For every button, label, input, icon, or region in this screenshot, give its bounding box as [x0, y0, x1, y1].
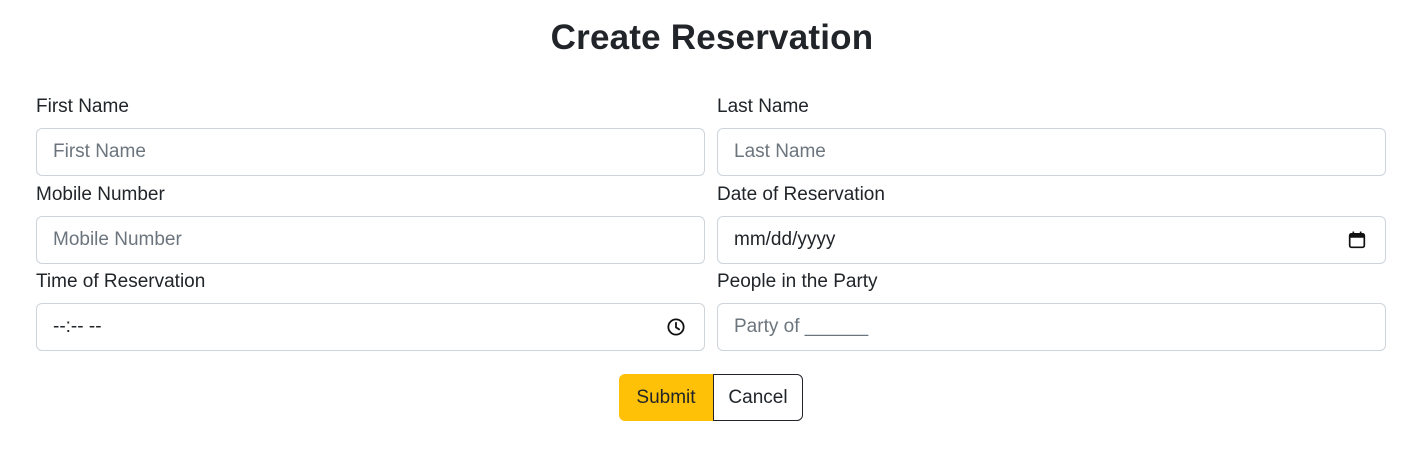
reservation-time-placeholder: --:-- -- [53, 316, 102, 337]
first-name-input[interactable] [53, 129, 688, 175]
reservation-date-placeholder: mm/dd/yyyy [734, 229, 836, 250]
party-size-field[interactable] [717, 303, 1386, 351]
last-name-group: Last Name [717, 94, 1386, 176]
calendar-icon[interactable] [1348, 231, 1366, 249]
clock-icon[interactable] [667, 318, 685, 336]
mobile-number-group: Mobile Number [36, 182, 705, 264]
reservation-date-label: Date of Reservation [717, 184, 885, 205]
reservation-time-label: Time of Reservation [36, 271, 206, 292]
first-name-field[interactable] [36, 128, 705, 176]
party-size-input[interactable] [734, 304, 1369, 350]
mobile-number-field[interactable] [36, 216, 705, 264]
last-name-label: Last Name [717, 96, 809, 117]
reservation-date-input[interactable]: mm/dd/yyyy [717, 216, 1386, 264]
last-name-input[interactable] [734, 129, 1369, 175]
cancel-button[interactable]: Cancel [713, 374, 803, 421]
mobile-number-input[interactable] [53, 217, 688, 263]
reservation-page: Create Reservation First Name Last Name … [0, 0, 1424, 463]
submit-button[interactable]: Submit [619, 374, 713, 421]
reservation-time-input[interactable]: --:-- -- [36, 303, 705, 351]
last-name-field[interactable] [717, 128, 1386, 176]
page-title: Create Reservation [550, 18, 874, 57]
party-size-group: People in the Party [717, 269, 1386, 351]
form-actions: Submit Cancel [619, 374, 803, 421]
first-name-group: First Name [36, 94, 705, 176]
reservation-date-group: Date of Reservation mm/dd/yyyy [717, 182, 1386, 264]
reservation-time-group: Time of Reservation --:-- -- [36, 269, 705, 351]
party-size-label: People in the Party [717, 271, 878, 292]
mobile-number-label: Mobile Number [36, 184, 165, 205]
first-name-label: First Name [36, 96, 129, 117]
